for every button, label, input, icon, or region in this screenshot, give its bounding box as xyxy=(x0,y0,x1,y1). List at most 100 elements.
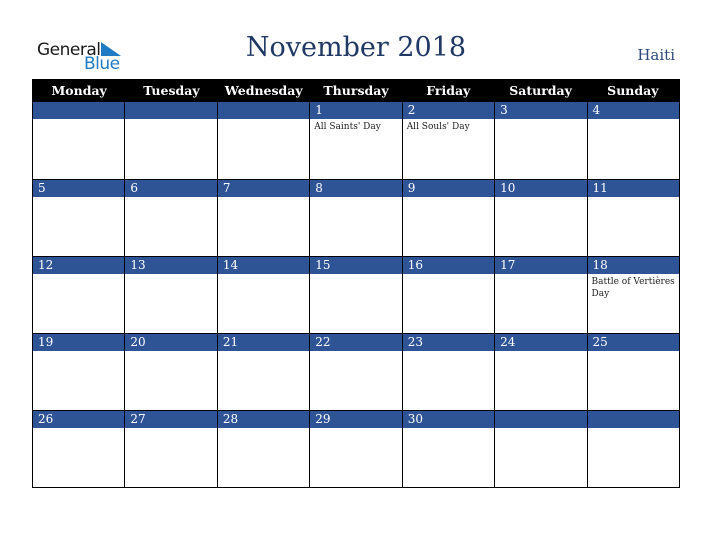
day-cell[interactable]: 20 xyxy=(124,333,217,410)
day-cell[interactable]: 11 xyxy=(586,179,679,256)
day-cell[interactable]: 2 All Souls' Day xyxy=(401,102,495,179)
day-cell[interactable]: 6 xyxy=(124,179,217,256)
day-number: 27 xyxy=(125,411,217,428)
day-cell[interactable]: 28 xyxy=(216,410,310,487)
day-number xyxy=(33,102,125,119)
day-cell[interactable]: 30 xyxy=(401,410,495,487)
holiday-label xyxy=(310,197,401,199)
day-number: 12 xyxy=(33,257,125,274)
day-cell[interactable]: 1 All Saints' Day xyxy=(309,102,402,179)
country-label: Haiti xyxy=(637,46,675,64)
day-number: 9 xyxy=(402,180,495,197)
holiday-label xyxy=(33,351,124,353)
day-cell[interactable]: 29 xyxy=(309,410,402,487)
day-cell[interactable]: 27 xyxy=(124,410,217,487)
day-cell[interactable] xyxy=(494,410,587,487)
day-cell[interactable]: 23 xyxy=(401,333,495,410)
day-number: 1 xyxy=(310,102,402,119)
day-cell[interactable]: 13 xyxy=(124,256,217,333)
day-cell[interactable]: 24 xyxy=(494,333,587,410)
weekday-header-row: Monday Tuesday Wednesday Thursday Friday… xyxy=(33,79,679,102)
day-cell[interactable]: 17 xyxy=(494,256,587,333)
day-number: 14 xyxy=(217,257,310,274)
day-number: 16 xyxy=(402,257,495,274)
day-number: 2 xyxy=(402,102,495,119)
day-number: 11 xyxy=(587,180,679,197)
holiday-label xyxy=(310,428,401,430)
weekday-header: Wednesday xyxy=(224,83,303,98)
day-cell[interactable]: 4 xyxy=(586,102,679,179)
day-cell[interactable]: 7 xyxy=(216,179,310,256)
holiday-label xyxy=(495,274,586,276)
holiday-label xyxy=(403,351,494,353)
day-number: 5 xyxy=(33,180,125,197)
holiday-label xyxy=(218,351,309,353)
day-number: 19 xyxy=(33,334,125,351)
day-number: 10 xyxy=(495,180,587,197)
day-cell[interactable]: 15 xyxy=(309,256,402,333)
day-number: 24 xyxy=(495,334,587,351)
day-cell[interactable]: 22 xyxy=(309,333,402,410)
weekday-header: Monday xyxy=(51,83,107,98)
week-row: 5 6 7 8 9 10 11 xyxy=(33,179,679,256)
week-row: 26 27 28 29 30 xyxy=(33,410,679,487)
holiday-label xyxy=(588,197,679,199)
holiday-label xyxy=(403,428,494,430)
day-cell[interactable]: 5 xyxy=(33,179,125,256)
day-cell[interactable]: 21 xyxy=(216,333,310,410)
day-number xyxy=(125,102,217,119)
holiday-label xyxy=(403,197,494,199)
holiday-label xyxy=(125,351,216,353)
holiday-label xyxy=(125,119,216,121)
holiday-label xyxy=(403,274,494,276)
weekday-header: Sunday xyxy=(607,83,659,98)
week-row: 1 All Saints' Day 2 All Souls' Day 3 4 xyxy=(33,102,679,179)
day-number: 7 xyxy=(217,180,310,197)
holiday-label xyxy=(310,351,401,353)
weekday-header: Friday xyxy=(426,83,471,98)
day-cell[interactable]: 12 xyxy=(33,256,125,333)
day-cell[interactable] xyxy=(124,102,217,179)
day-number: 29 xyxy=(310,411,402,428)
day-number: 17 xyxy=(495,257,587,274)
holiday-label xyxy=(588,351,679,353)
day-number: 4 xyxy=(587,102,679,119)
day-number: 6 xyxy=(125,180,217,197)
day-number: 15 xyxy=(310,257,402,274)
holiday-label xyxy=(33,428,124,430)
day-number: 18 xyxy=(587,257,679,274)
day-number xyxy=(217,102,310,119)
holiday-label xyxy=(218,274,309,276)
holiday-label: Battle of Vertières Day xyxy=(591,277,675,299)
day-cell[interactable]: 26 xyxy=(33,410,125,487)
day-cell[interactable]: 8 xyxy=(309,179,402,256)
holiday-label xyxy=(588,119,679,121)
day-number: 3 xyxy=(495,102,587,119)
calendar-grid: Monday Tuesday Wednesday Thursday Friday… xyxy=(32,79,680,488)
day-cell[interactable]: 16 xyxy=(401,256,495,333)
holiday-label xyxy=(310,274,401,276)
day-number: 30 xyxy=(402,411,495,428)
day-cell[interactable]: 3 xyxy=(494,102,587,179)
holiday-label: All Souls' Day xyxy=(406,122,470,132)
day-cell[interactable]: 18 Battle of Vertières Day xyxy=(586,256,679,333)
holiday-label xyxy=(495,119,586,121)
day-number: 20 xyxy=(125,334,217,351)
day-cell[interactable]: 9 xyxy=(401,179,495,256)
day-cell[interactable] xyxy=(33,102,125,179)
day-cell[interactable] xyxy=(216,102,310,179)
holiday-label xyxy=(218,197,309,199)
day-cell[interactable]: 14 xyxy=(216,256,310,333)
day-number: 8 xyxy=(310,180,402,197)
day-cell[interactable] xyxy=(586,410,679,487)
holiday-label xyxy=(218,119,309,121)
holiday-label xyxy=(218,428,309,430)
weekday-header: Tuesday xyxy=(143,83,200,98)
day-number xyxy=(495,411,587,428)
day-cell[interactable]: 19 xyxy=(33,333,125,410)
page-title: November 2018 xyxy=(245,32,467,63)
day-number: 26 xyxy=(33,411,125,428)
day-cell[interactable]: 25 xyxy=(586,333,679,410)
day-cell[interactable]: 10 xyxy=(494,179,587,256)
day-number: 28 xyxy=(217,411,310,428)
